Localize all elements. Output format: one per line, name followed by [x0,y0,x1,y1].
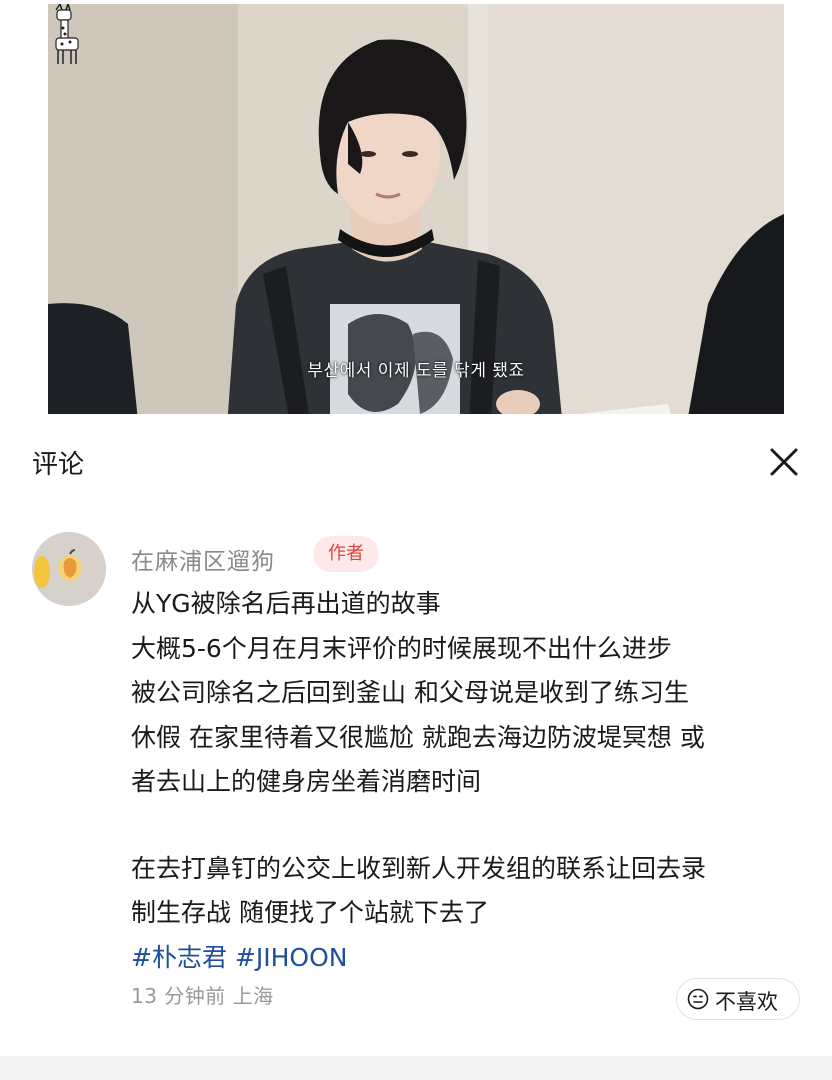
close-button[interactable] [764,442,804,482]
sheet-header: 评论 [0,414,832,506]
frown-icon [687,988,709,1010]
video-player[interactable]: 부산에서 이제 도를 닦게 됐죠 [48,4,784,440]
comment-line: 者去山上的健身房坐着消磨时间 [131,767,482,796]
comment-card: 在麻浦区遛狗 作者 从YG被除名后再出道的故事 大概5-6个月在月末评价的时候展… [0,506,832,1056]
comments-sheet: 评论 在麻浦区遛狗 作者 从YG被除名后再出道的故事 大概5-6个月在月末评价的… [0,414,832,1080]
comment-line: 大概5-6个月在月末评价的时候展现不出什么进步 [131,633,672,663]
video-subtitle: 부산에서 이제 도를 닦게 됐죠 [307,361,525,381]
dislike-label: 不喜欢 [715,990,778,1014]
author-badge: 作者 [313,536,379,572]
dislike-button[interactable]: 不喜欢 [676,978,800,1020]
comment-meta: 13 分钟前 上海 [131,984,274,1008]
screen: 부산에서 이제 도를 닦게 됐죠 评论 在麻浦区遛狗 作者 从YG被除名后再出道… [0,0,832,1080]
hashtag-link[interactable]: #JIHOON [235,943,348,972]
comment-line: 从YG被除名后再出道的故事 [131,589,441,618]
avatar[interactable] [32,532,106,606]
hashtag-link[interactable]: #朴志君 [131,943,227,972]
giraffe-logo-icon [55,4,79,64]
username[interactable]: 在麻浦区遛狗 [131,542,275,576]
comment-line: 休假 在家里待着又很尴尬 就跑去海边防波堤冥想 或 [131,722,705,752]
comment-line: 在去打鼻钉的公交上收到新人开发组的联系让回去录 [131,853,707,883]
close-icon [770,448,798,476]
comment-line: 被公司除名之后回到釜山 和父母说是收到了练习生 [131,678,689,707]
avatar-image [32,532,106,606]
video-area: 부산에서 이제 도를 닦게 됐죠 [0,0,832,440]
hashtag-row: #朴志君 #JIHOON [131,936,801,981]
comment-line: 制生存战 随便找了个站就下去了 [131,898,489,927]
comment-text: 从YG被除名后再出道的故事 大概5-6个月在月末评价的时候展现不出什么进步 被公… [131,582,801,980]
sheet-title: 评论 [32,450,85,480]
